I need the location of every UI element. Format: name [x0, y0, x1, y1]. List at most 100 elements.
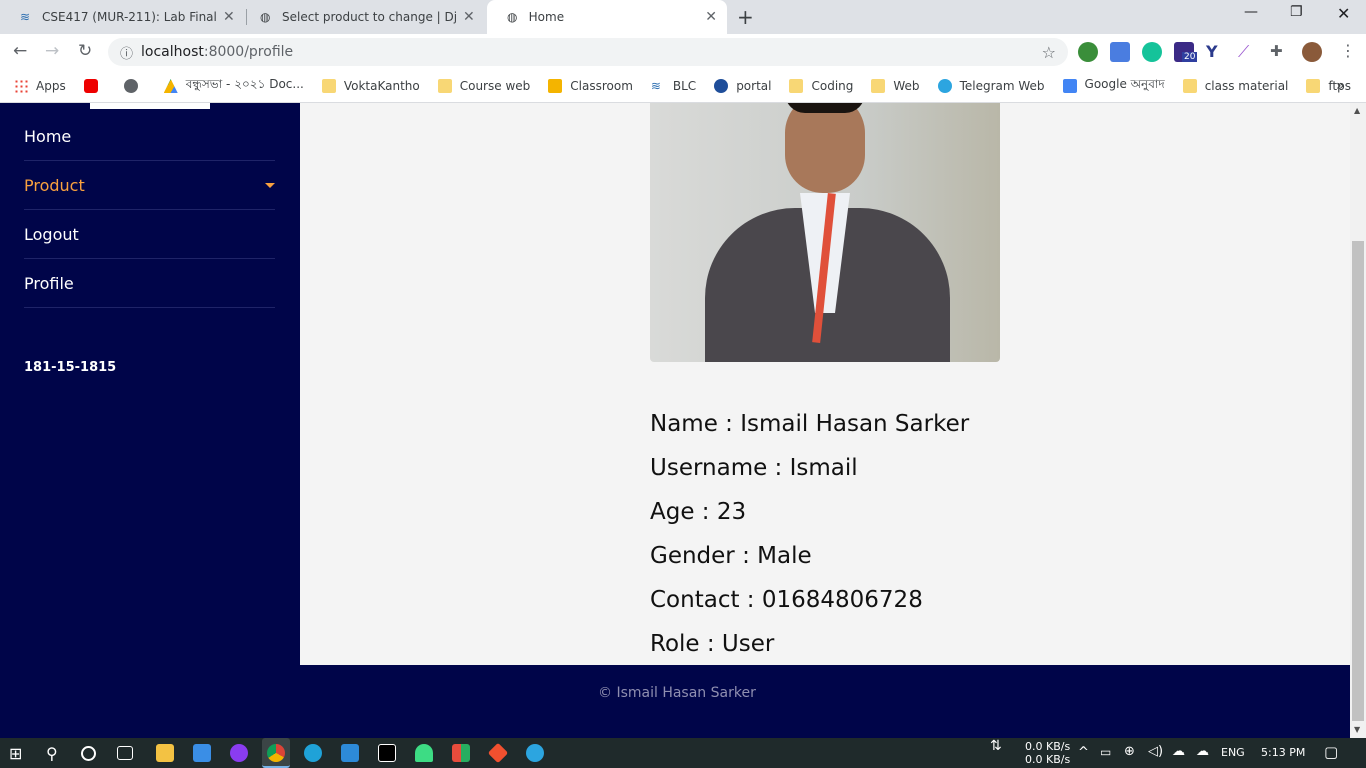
edge-icon[interactable] [304, 744, 322, 762]
page-footer: © Ismail Hasan Sarker [0, 665, 1350, 738]
cortana-icon[interactable] [81, 746, 96, 761]
url-path: :8000/profile [203, 44, 294, 60]
apps-grid-icon [14, 79, 28, 93]
grammarly-icon[interactable] [1142, 42, 1162, 62]
translate-extension-icon[interactable] [1110, 42, 1130, 62]
scroll-down-icon[interactable]: ▼ [1354, 725, 1360, 734]
close-tab-icon[interactable]: ✕ [705, 9, 717, 25]
minimize-icon[interactable]: — [1244, 4, 1258, 20]
chevron-up-icon[interactable]: ^ [1078, 745, 1089, 760]
bookmark-class-material[interactable]: class material [1182, 79, 1288, 93]
photo-face [785, 103, 865, 193]
bookmark-blc[interactable]: ≋ BLC [651, 79, 696, 93]
bookmark-course-web[interactable]: Course web [437, 79, 530, 93]
close-tab-icon[interactable]: ✕ [463, 9, 475, 25]
bookmark-label: Classroom [570, 79, 633, 93]
sidebar-item-label: Logout [24, 224, 79, 244]
folder-icon [789, 79, 804, 93]
sidebar-item-profile[interactable]: Profile [24, 259, 275, 308]
address-bar[interactable]: ⓘ localhost:8000/profile ☆ [108, 38, 1068, 66]
sidebar-item-home[interactable]: Home [24, 112, 275, 161]
scroll-up-icon[interactable]: ▲ [1354, 106, 1360, 115]
bookmark-coding[interactable]: Coding [789, 79, 853, 93]
browser-tab[interactable]: ◍ Select product to change | Djang ✕ [240, 0, 485, 34]
bookmark-google-translate[interactable]: Google অনুবাদ [1062, 76, 1165, 96]
bookmark-label: portal [736, 79, 772, 93]
more-bookmarks-icon[interactable]: » [1336, 78, 1345, 94]
site-info-icon[interactable]: ⓘ [120, 43, 133, 62]
folder-icon [1306, 79, 1321, 93]
restore-icon[interactable]: ❐ [1290, 4, 1303, 20]
bookmark-telegram[interactable]: Telegram Web [937, 79, 1045, 93]
git-icon[interactable] [487, 742, 509, 764]
network-speed-arrows-icon: ⇅ [990, 738, 1002, 754]
profile-avatar[interactable] [1302, 42, 1322, 62]
sidebar-logo-edge [90, 103, 210, 109]
extensions-puzzle-icon[interactable]: ✚ [1270, 42, 1290, 62]
cloud-upload-icon[interactable]: ☁ [1196, 744, 1209, 759]
bookmark-star-icon[interactable]: ☆ [1042, 43, 1056, 62]
bookmark-label: Google অনুবাদ [1084, 77, 1165, 91]
footer-copyright: © Ismail Hasan Sarker [598, 685, 756, 701]
menu-dots-icon[interactable]: ⋮ [1340, 41, 1356, 60]
bookmark-voktakantho[interactable]: VoktaKantho [321, 79, 420, 93]
search-icon[interactable]: ⚲ [46, 744, 64, 763]
vscode-icon[interactable] [341, 744, 359, 762]
browser-tab-active[interactable]: ◍ Home ✕ [487, 0, 727, 34]
scrollbar-thumb[interactable] [1352, 241, 1364, 721]
profile-contact: Contact : 01684806728 [650, 587, 923, 613]
extension-globe-icon[interactable] [1078, 42, 1098, 62]
file-explorer-icon[interactable] [156, 744, 174, 762]
back-icon[interactable]: ← [13, 41, 27, 61]
sidebar-item-product[interactable]: Product [24, 161, 275, 210]
input-language[interactable]: ENG [1221, 746, 1245, 759]
clock-time[interactable]: 5:13 PM [1261, 746, 1305, 759]
sidebar: Home Product Logout Profile 181-15-1815 [0, 103, 300, 738]
sidebar-item-logout[interactable]: Logout [24, 210, 275, 259]
bookmark-classroom[interactable]: Classroom [548, 79, 633, 93]
bookmark-apps[interactable]: Apps [14, 79, 66, 93]
profile-age: Age : 23 [650, 499, 747, 525]
bookmark-portal[interactable]: portal [714, 79, 771, 93]
feather-icon[interactable]: ⟋ [1238, 42, 1258, 62]
sidebar-item-label: Profile [24, 273, 74, 293]
globe-icon: ◍ [260, 10, 271, 24]
bookmark-drive-doc[interactable]: বন্ধুসভা - ২০২১ Doc... [163, 76, 304, 96]
battery-icon[interactable]: ▭ [1100, 745, 1111, 759]
volume-icon[interactable]: ◁) [1148, 744, 1163, 759]
portal-icon [714, 79, 729, 93]
android-studio-icon[interactable] [415, 744, 433, 762]
bookmark-label: Telegram Web [959, 79, 1045, 93]
onedrive-icon[interactable]: ☁ [1172, 744, 1185, 759]
bookmark-globe[interactable] [123, 79, 146, 93]
close-tab-icon[interactable]: ✕ [223, 9, 235, 25]
task-view-icon[interactable] [117, 746, 133, 760]
window-close-icon[interactable]: ✕ [1337, 4, 1350, 23]
folder-icon [871, 79, 886, 93]
page-scrollbar[interactable]: ▲ ▼ [1350, 103, 1366, 738]
telegram-icon[interactable] [526, 744, 544, 762]
notifications-icon[interactable]: ▢ [1324, 743, 1338, 761]
forward-icon[interactable]: → [45, 41, 59, 61]
profile-role: Role : User [650, 631, 775, 657]
reload-icon[interactable]: ↻ [78, 41, 92, 61]
y-extension-icon[interactable]: Y [1206, 42, 1226, 62]
chrome-icon [267, 744, 285, 762]
tab-title: Home [528, 10, 565, 24]
app-grid-icon[interactable] [452, 744, 470, 762]
bookmark-youtube[interactable] [83, 79, 106, 93]
language-globe-icon[interactable]: ⊕ [1124, 744, 1135, 759]
messenger-icon[interactable] [230, 744, 248, 762]
bookmark-web[interactable]: Web [871, 79, 920, 93]
pycharm-icon[interactable] [378, 744, 396, 762]
bookmark-label: Web [893, 79, 920, 93]
chrome-taskbar-active[interactable] [262, 738, 290, 768]
folder-icon [321, 79, 336, 93]
graduation-cap-icon[interactable]: 20 [1174, 42, 1198, 62]
new-tab-icon[interactable]: + [737, 5, 754, 29]
page-viewport: Home Product Logout Profile 181-15-1815 … [0, 103, 1350, 738]
this-pc-icon[interactable] [193, 744, 211, 762]
windows-start-icon[interactable]: ⊞ [9, 744, 27, 763]
browser-tab[interactable]: ≋ CSE417 (MUR-211): Lab Final PC- ✕ [0, 0, 245, 34]
browser-tab-strip: ≋ CSE417 (MUR-211): Lab Final PC- ✕ ◍ Se… [0, 0, 1366, 34]
